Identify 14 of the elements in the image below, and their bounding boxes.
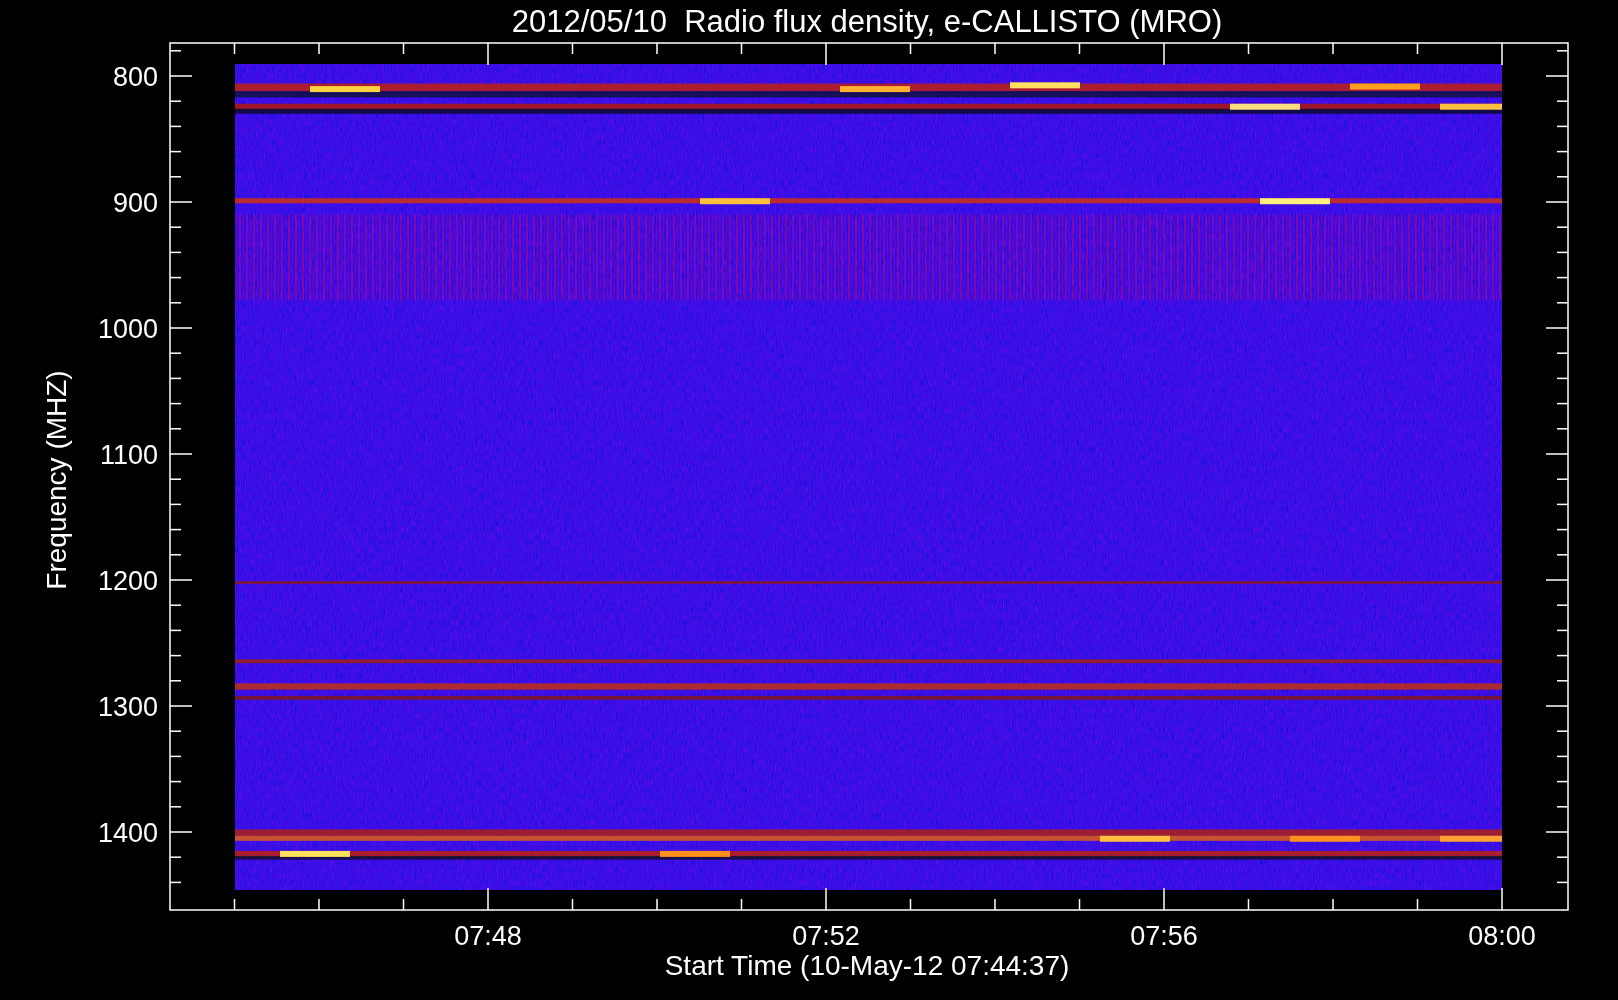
tick-label: 1400: [97, 818, 158, 848]
tick-label: 07:56: [1130, 921, 1198, 951]
axis-label: Frequency (MHZ): [41, 370, 72, 590]
chart-title: 2012/05/10 Radio flux density, e-CALLISTO (MRO): [511, 4, 1223, 39]
tick-label: 1000: [97, 314, 158, 344]
tick-label: 08:00: [1468, 921, 1536, 951]
tick-label: 900: [112, 188, 158, 218]
tick-label: 07:52: [792, 921, 860, 951]
axis-label: Start Time (10-May-12 07:44:37): [664, 950, 1070, 981]
tick-label: 07:48: [454, 921, 522, 951]
tick-label: 1300: [97, 692, 158, 722]
tick-label: 800: [112, 62, 158, 92]
tick-label: 1100: [99, 440, 158, 470]
tick-label: 1200: [97, 566, 158, 596]
